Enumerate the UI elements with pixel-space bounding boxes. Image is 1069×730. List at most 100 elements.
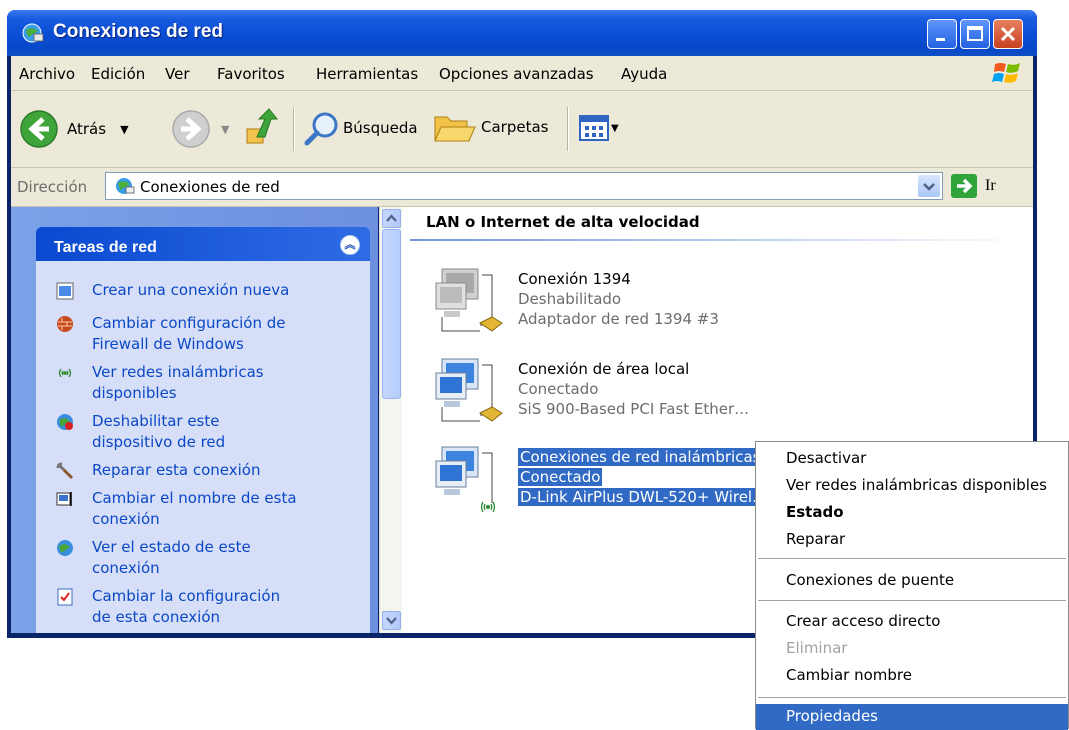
settings-icon — [57, 588, 73, 606]
folders-button[interactable]: Carpetas — [433, 109, 548, 145]
back-label: Atrás — [67, 120, 107, 138]
menu-opciones-avanzadas[interactable]: Opciones avanzadas — [439, 65, 594, 83]
network-connections-icon — [116, 178, 135, 194]
menu-item-label: Estado — [786, 503, 844, 521]
scroll-up-button[interactable] — [382, 209, 401, 228]
task-label: Cambiar la configuración de esta conexió… — [92, 587, 281, 626]
task-label: Cambiar el nombre de esta conexión — [92, 489, 297, 528]
go-label: Ir — [985, 177, 996, 194]
menu-item-reparar[interactable]: Reparar — [756, 527, 1068, 553]
menu-item-label: Eliminar — [786, 639, 848, 657]
search-label: Búsqueda — [343, 119, 418, 137]
go-button[interactable]: Ir — [951, 174, 996, 198]
menu-item-estado[interactable]: Estado — [756, 500, 1068, 526]
menu-favoritos[interactable]: Favoritos — [217, 65, 285, 83]
minimize-icon — [936, 38, 945, 41]
connection-name: Conexión 1394 — [518, 270, 631, 288]
forward-button[interactable]: ▼ — [169, 107, 229, 151]
views-dropdown-icon[interactable]: ▼ — [611, 123, 619, 134]
maximize-button[interactable] — [960, 19, 990, 49]
connection-status: Deshabilitado — [518, 290, 622, 308]
menu-bar: Archivo Edición Ver Favoritos Herramient… — [11, 56, 1033, 91]
network-disabled-icon — [435, 268, 503, 332]
task-label: Crear una conexión nueva — [92, 281, 290, 299]
task-label: Ver el estado de este conexión — [92, 538, 251, 577]
address-input[interactable]: Conexiones de red — [105, 172, 943, 200]
connection-name: Conexiones de red inalámbricas — [518, 447, 763, 467]
address-dropdown-button[interactable] — [918, 175, 940, 197]
title-bar[interactable]: Conexiones de red — [7, 10, 1037, 56]
toolbar-separator — [293, 107, 295, 151]
folders-icon — [434, 116, 476, 142]
go-arrow-icon — [951, 174, 977, 198]
chevron-up-icon — [386, 214, 397, 222]
connection-device: SiS 900-Based PCI Fast Ether… — [518, 400, 750, 418]
menu-ayuda[interactable]: Ayuda — [621, 65, 667, 83]
status-icon — [57, 540, 73, 556]
connection-name-text: Conexiones de red inalámbricas — [518, 448, 763, 466]
address-bar: Dirección Conexiones de red Ir — [11, 168, 1033, 207]
scroll-down-button[interactable] — [382, 611, 401, 630]
menu-item-eliminar: Eliminar — [756, 636, 1068, 662]
new-connection-icon — [56, 282, 74, 300]
forward-arrow-icon — [172, 110, 210, 148]
close-button[interactable] — [993, 19, 1023, 49]
connection-device-text: D-Link AirPlus DWL-520+ Wirel… — [518, 488, 770, 506]
menu-item-crear-acceso-directo[interactable]: Crear acceso directo — [756, 609, 1068, 635]
chevron-down-icon — [386, 617, 397, 625]
views-button[interactable]: ▼ — [579, 115, 619, 141]
back-button[interactable]: Atrás ▼ — [17, 107, 129, 151]
network-tasks-panel: Crear una conexión nueva Cambiar configu… — [36, 261, 370, 633]
back-arrow-icon — [20, 110, 58, 148]
up-folder-button[interactable] — [243, 107, 279, 147]
group-header: LAN o Internet de alta velocidad — [426, 213, 700, 231]
menu-item-desactivar[interactable]: Desactivar — [756, 446, 1068, 472]
address-label: Dirección — [17, 178, 88, 196]
connection-status: Conectado — [518, 467, 603, 487]
views-icon — [579, 115, 609, 141]
scroll-thumb[interactable] — [382, 229, 401, 399]
connection-item-selected[interactable]: Conexiones de red inalámbricas Conectado… — [432, 443, 772, 527]
menu-item-label: Crear acceso directo — [786, 612, 941, 630]
menu-item-label: Propiedades — [786, 707, 878, 725]
network-tasks-title: Tareas de red — [54, 239, 157, 256]
forward-dropdown-icon[interactable]: ▼ — [221, 123, 229, 136]
up-folder-icon — [246, 108, 279, 144]
task-pane: Tareas de red ︽ Crear una conexión nueva… — [11, 207, 378, 633]
wireless-icon — [58, 368, 72, 378]
menu-item-ver-redes[interactable]: Ver redes inalámbricas disponibles — [756, 473, 1068, 499]
connection-item[interactable]: Conexión 1394 Deshabilitado Adaptador de… — [432, 265, 772, 349]
task-label: Ver redes inalámbricas disponibles — [92, 363, 264, 402]
menu-edicion[interactable]: Edición — [91, 65, 145, 83]
menu-separator — [758, 697, 1066, 698]
search-icon — [304, 112, 338, 146]
search-button[interactable]: Búsqueda — [303, 109, 418, 147]
menu-item-propiedades[interactable]: Propiedades — [756, 704, 1068, 730]
back-dropdown-icon[interactable]: ▼ — [120, 123, 128, 136]
toolbar-separator — [567, 107, 569, 151]
address-value: Conexiones de red — [140, 178, 280, 196]
menu-item-label: Desactivar — [786, 449, 867, 467]
menu-ver[interactable]: Ver — [165, 65, 190, 83]
connection-name: Conexión de área local — [518, 360, 690, 378]
vertical-scrollbar[interactable] — [379, 207, 402, 633]
network-tasks-header[interactable]: Tareas de red ︽ — [36, 227, 370, 261]
menu-archivo[interactable]: Archivo — [19, 65, 75, 83]
menu-item-cambiar-nombre[interactable]: Cambiar nombre — [756, 663, 1068, 689]
connection-item[interactable]: Conexión de área local Conectado SiS 900… — [432, 355, 772, 439]
repair-icon — [56, 462, 74, 480]
menu-item-conexiones-puente[interactable]: Conexiones de puente — [756, 568, 1068, 594]
menu-herramientas[interactable]: Herramientas — [316, 65, 418, 83]
firewall-icon — [57, 316, 73, 332]
network-connected-icon — [435, 358, 503, 422]
collapse-icon[interactable]: ︽ — [340, 235, 360, 255]
context-menu: Desactivar Ver redes inalámbricas dispon… — [755, 441, 1069, 730]
minimize-button[interactable] — [927, 19, 957, 49]
disable-device-icon — [57, 414, 73, 430]
menu-separator — [758, 600, 1066, 601]
menu-item-label: Cambiar nombre — [786, 666, 912, 684]
task-label: Reparar esta conexión — [92, 461, 261, 479]
chevron-down-icon — [923, 183, 935, 191]
menu-item-label: Ver redes inalámbricas disponibles — [786, 476, 1047, 494]
rename-icon — [56, 492, 72, 506]
